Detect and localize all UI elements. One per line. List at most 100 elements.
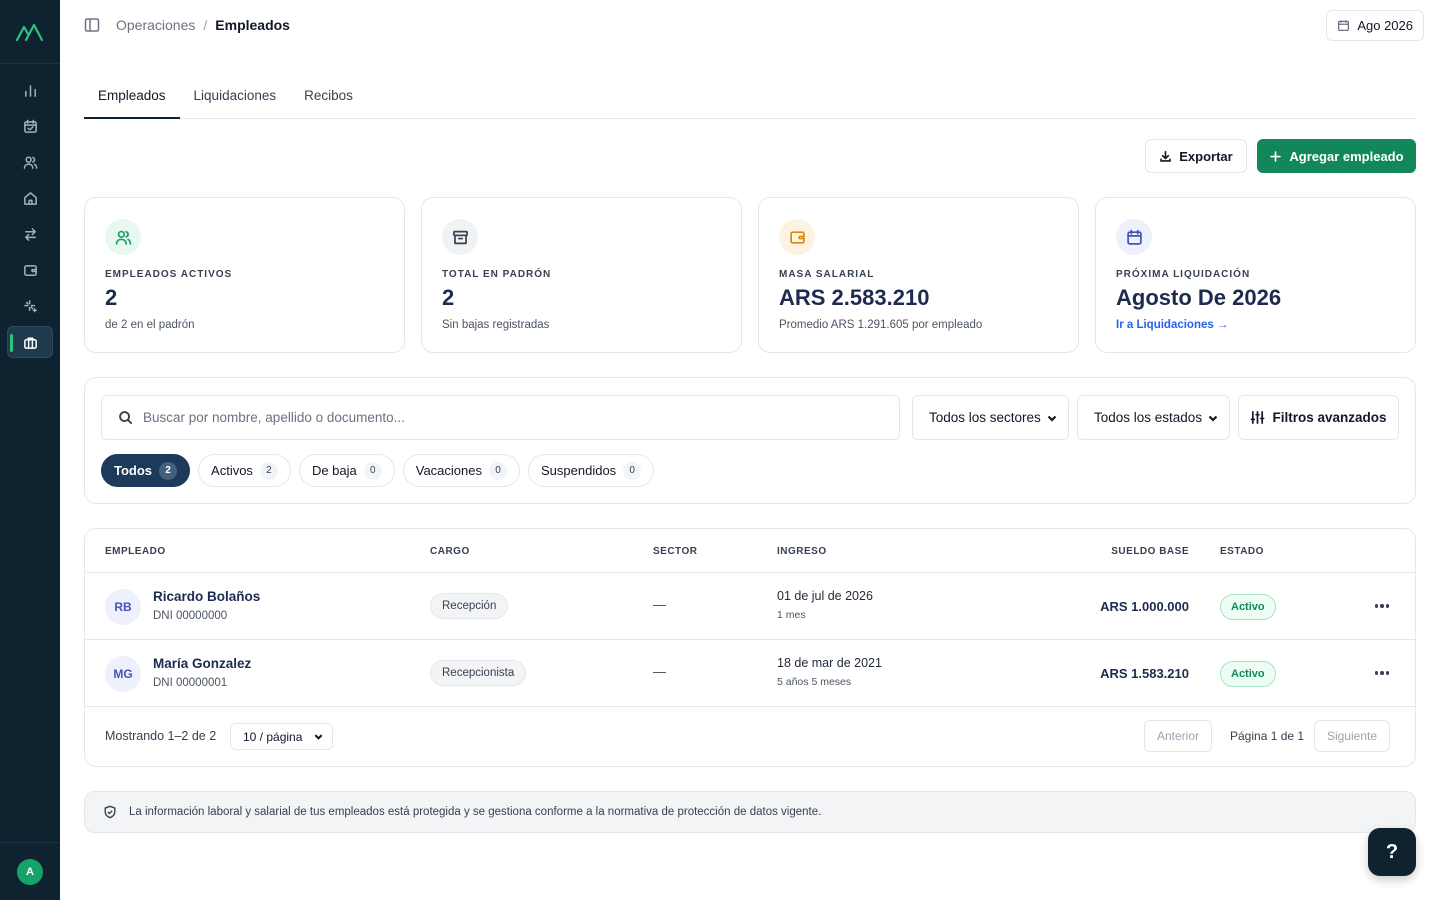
export-button[interactable]: Exportar (1145, 139, 1247, 173)
column-header-role[interactable]: CARGO (430, 546, 470, 557)
more-dot-icon (1380, 604, 1384, 608)
chip-label: Suspendidos (541, 463, 617, 478)
sidebar-item-transfers[interactable] (7, 218, 53, 250)
sidebar-item-agenda[interactable] (7, 110, 53, 142)
download-icon (1160, 150, 1172, 162)
sparkles-icon (23, 299, 37, 312)
column-header-status[interactable]: ESTADO (1220, 546, 1264, 557)
base-salary: ARS 1.583.210 (1100, 666, 1189, 681)
card-icon-wrap (779, 219, 815, 255)
more-dot-icon (1385, 604, 1390, 608)
add-employee-button[interactable]: Agregar empleado (1257, 139, 1416, 173)
sector-cell: — (653, 664, 666, 679)
period-picker-button[interactable]: Ago 2026 (1326, 10, 1424, 41)
more-dot-icon (1374, 604, 1379, 608)
users-icon (23, 156, 37, 169)
export-label: Exportar (1179, 148, 1233, 164)
chip-todos[interactable]: Todos 2 (101, 454, 191, 487)
base-salary: ARS 1.000.000 (1100, 599, 1189, 614)
more-dot-icon (1380, 671, 1384, 675)
archive-icon (452, 230, 468, 244)
bar-chart-icon (24, 84, 36, 97)
add-employee-label: Agregar empleado (1289, 148, 1404, 164)
top-header: Operaciones / Empleados Ago 2026 (60, 0, 1440, 50)
sidebar-item-clients[interactable] (7, 146, 53, 178)
page-size-select[interactable]: 10 / página (230, 723, 333, 750)
table-row[interactable]: RB Ricardo Bolaños DNI 00000000 Recepció… (85, 572, 1415, 639)
table-footer: Mostrando 1–2 de 2 10 / página Anterior … (85, 706, 1415, 766)
tenure: 5 años 5 meses (777, 676, 852, 688)
privacy-notice-text: La información laboral y salarial de tus… (129, 806, 822, 818)
chip-count: 2 (259, 461, 278, 480)
stat-label: EMPLEADOS ACTIVOS (105, 269, 233, 280)
chip-count: 0 (363, 461, 382, 480)
sector-select[interactable]: Todos los sectores (912, 395, 1069, 440)
breadcrumb-separator: / (203, 17, 208, 33)
card-icon-wrap (1116, 219, 1152, 255)
column-header-start[interactable]: INGRESO (777, 546, 827, 557)
user-avatar[interactable]: A (17, 858, 43, 885)
status-chips: Todos 2 Activos 2 De baja 0 Vacaciones 0… (101, 454, 655, 487)
row-actions-menu[interactable] (1370, 662, 1394, 684)
search-box[interactable] (101, 395, 900, 440)
chevron-down-icon (1208, 415, 1218, 422)
chevron-down-icon (314, 734, 323, 740)
tenure: 1 mes (777, 609, 806, 621)
filters-panel: Todos los sectores Todos los estados Fil… (84, 377, 1416, 504)
role-badge: Recepcionista (430, 660, 527, 686)
chip-label: Activos (211, 463, 253, 478)
sidebar-item-ai[interactable] (7, 290, 53, 322)
tab-empleados[interactable]: Empleados (84, 78, 180, 119)
column-header-employee[interactable]: EMPLEADO (105, 546, 166, 557)
chip-activos[interactable]: Activos 2 (198, 454, 291, 487)
employee-document: DNI 00000001 (153, 677, 228, 689)
go-to-payroll-link[interactable]: Ir a Liquidaciones → (1116, 319, 1395, 331)
chip-vacaciones[interactable]: Vacaciones 0 (402, 454, 520, 487)
advanced-filters-button[interactable]: Filtros avanzados (1238, 395, 1399, 440)
row-actions-menu[interactable] (1370, 595, 1394, 617)
app-logo[interactable] (0, 0, 60, 64)
column-header-sector[interactable]: SECTOR (653, 546, 698, 557)
sidebar-nav (0, 64, 60, 362)
chip-count: 0 (623, 461, 642, 480)
stat-card-next-payroll: PRÓXIMA LIQUIDACIÓN Agosto De 2026 Ir a … (1095, 197, 1416, 353)
search-input[interactable] (143, 410, 863, 425)
showing-count: Mostrando 1–2 de 2 (105, 729, 217, 743)
employee-name[interactable]: María Gonzalez (153, 656, 251, 671)
tab-liquidaciones[interactable]: Liquidaciones (180, 78, 291, 119)
stat-value: ARS 2.583.210 (779, 285, 930, 310)
stat-value: Agosto De 2026 (1116, 285, 1282, 310)
card-icon-wrap (105, 219, 141, 255)
home-icon (23, 191, 37, 205)
sidebar-item-employees[interactable] (7, 326, 53, 358)
chip-suspendidos[interactable]: Suspendidos 0 (528, 454, 655, 487)
previous-page-button[interactable]: Anterior (1144, 720, 1213, 752)
sidebar-item-property[interactable] (7, 182, 53, 214)
stat-subtext: Sin bajas registradas (442, 319, 550, 331)
stat-card-total-roster: TOTAL EN PADRÓN 2 Sin bajas registradas (421, 197, 742, 353)
next-page-button[interactable]: Siguiente (1314, 720, 1391, 752)
tab-recibos[interactable]: Recibos (290, 78, 367, 119)
sector-select-value: Todos los sectores (929, 410, 1041, 425)
calendar-icon (1338, 20, 1350, 32)
calendar-icon (1126, 229, 1142, 245)
search-icon (119, 411, 133, 425)
sidebar: A (0, 0, 60, 900)
help-button[interactable]: ? (1368, 828, 1416, 876)
breadcrumb-parent[interactable]: Operaciones (116, 17, 195, 33)
table-row[interactable]: MG María Gonzalez DNI 00000001 Recepcion… (85, 639, 1415, 706)
column-header-salary[interactable]: SUELDO BASE (1111, 546, 1189, 557)
sidebar-toggle-icon[interactable] (84, 17, 100, 33)
chip-de-baja[interactable]: De baja 0 (298, 454, 395, 487)
sidebar-item-dashboard[interactable] (7, 74, 53, 106)
card-icon-wrap (442, 219, 478, 255)
users-icon (115, 230, 131, 245)
chip-label: De baja (311, 463, 357, 478)
sidebar-item-finance[interactable] (7, 254, 53, 286)
employee-name[interactable]: Ricardo Bolaños (153, 589, 260, 604)
stat-value: 2 (442, 285, 455, 310)
section-tabs: Empleados Liquidaciones Recibos (84, 78, 1416, 119)
status-select[interactable]: Todos los estados (1077, 395, 1230, 440)
page-info: Página 1 de 1 (1230, 729, 1305, 743)
stat-subtext: de 2 en el padrón (105, 319, 195, 331)
